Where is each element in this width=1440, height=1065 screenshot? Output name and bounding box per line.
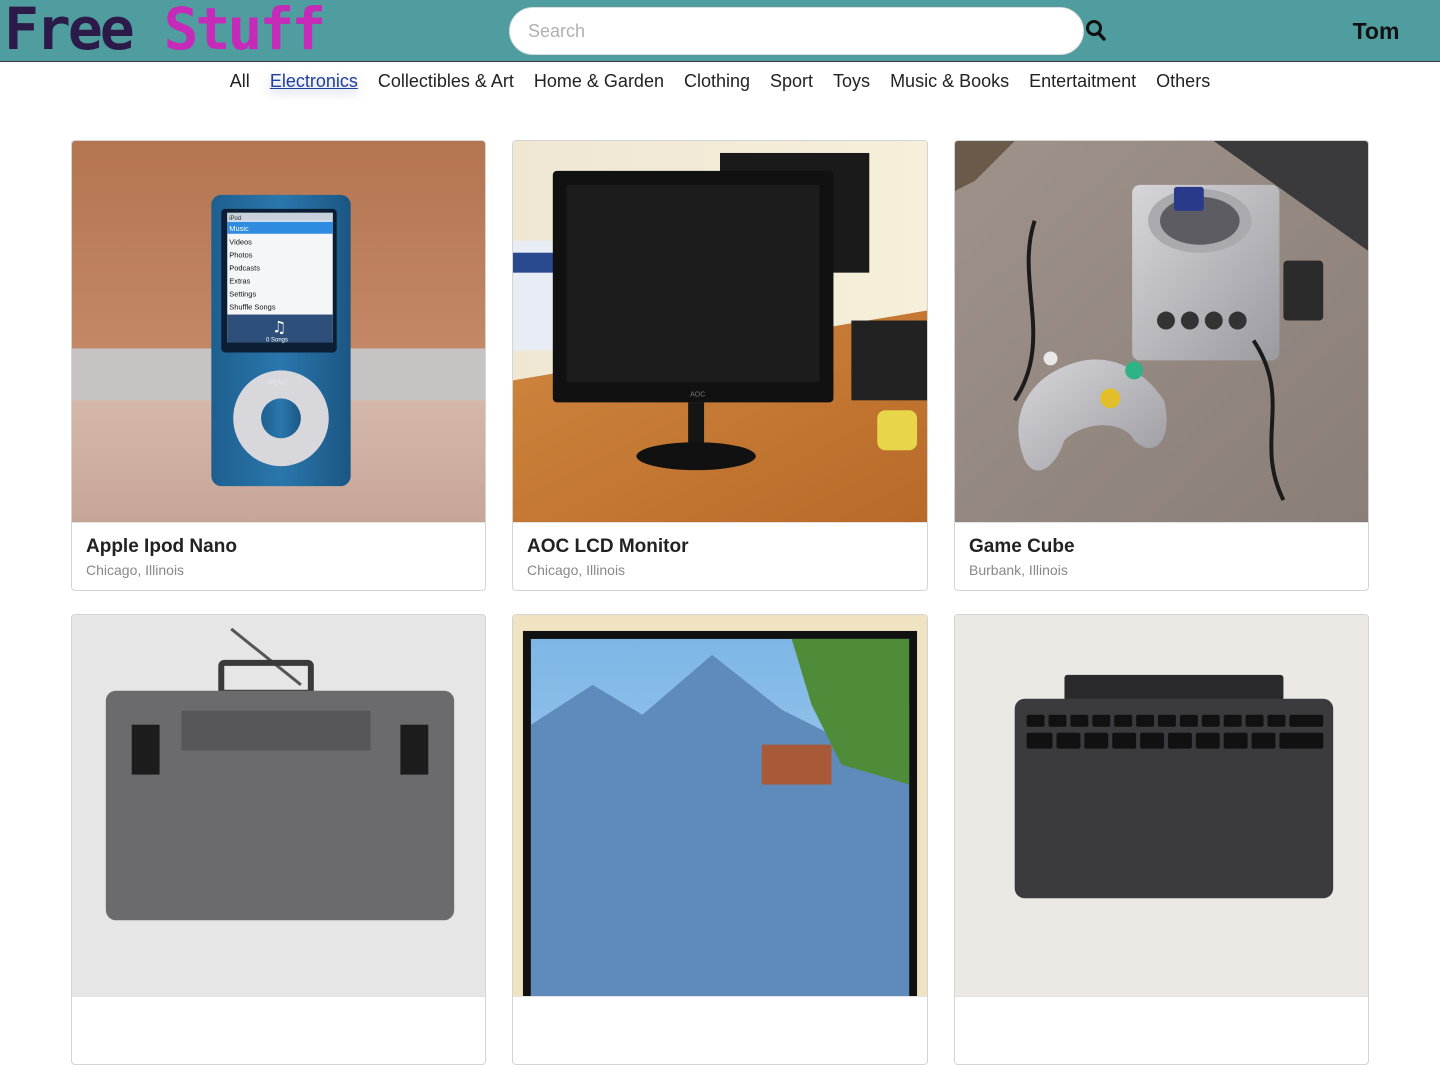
listing-card[interactable]: AOC AOC LCD Monitor Chicago, Illinois [512, 140, 928, 591]
ipod-nano-photo: iPod Music Videos Photos Podcasts Extras… [72, 141, 485, 523]
category-nav: All Electronics Collectibles & Art Home … [0, 63, 1440, 99]
listing-card[interactable]: Game Cube Burbank, Illinois [954, 140, 1369, 591]
tv-landscape-photo [513, 615, 927, 997]
logo-word-free: Free [4, 0, 135, 63]
listing-title: AOC LCD Monitor [527, 536, 689, 557]
search-input[interactable] [509, 7, 1084, 55]
logo-word-stuff: Stuff [163, 0, 327, 63]
free-stuff-logo[interactable]: Free Stuff [4, 0, 326, 64]
ipod-menu-item: Music [229, 224, 249, 233]
category-clothing[interactable]: Clothing [684, 63, 750, 99]
top-header: Free Stuff Tom [0, 0, 1440, 64]
category-others[interactable]: Others [1156, 63, 1210, 99]
listing-location: Chicago, Illinois [527, 562, 626, 578]
category-home-garden[interactable]: Home & Garden [534, 63, 664, 99]
listing-card[interactable] [954, 614, 1369, 1065]
listing-grid: iPod Music Videos Photos Podcasts Extras… [71, 140, 1369, 1065]
ipod-screen-header: iPod [229, 216, 241, 222]
listing-location: Burbank, Illinois [969, 562, 1068, 578]
listing-card[interactable] [512, 614, 928, 1065]
monitor-brand-label: AOC [690, 391, 705, 398]
user-menu[interactable]: Tom [1340, 16, 1412, 46]
ipod-menu-item: Videos [229, 238, 252, 247]
boombox-photo [72, 615, 485, 997]
category-all[interactable]: All [230, 63, 250, 99]
ipod-menu-item: Podcasts [229, 264, 260, 273]
category-sport[interactable]: Sport [770, 63, 813, 99]
listing-card[interactable] [71, 614, 486, 1065]
ipod-songs-count: 0 Songs [266, 337, 288, 343]
ipod-menu-item: Settings [229, 290, 256, 299]
listing-title: Game Cube [969, 536, 1075, 557]
listing-title: Apple Ipod Nano [86, 536, 237, 557]
keyboard-dock-photo [955, 615, 1368, 997]
category-electronics[interactable]: Electronics [270, 63, 358, 99]
category-entertainment[interactable]: Entertaitment [1029, 63, 1136, 99]
listing-card[interactable]: iPod Music Videos Photos Podcasts Extras… [71, 140, 486, 591]
category-music-books[interactable]: Music & Books [890, 63, 1009, 99]
listing-location: Chicago, Illinois [86, 562, 185, 578]
ipod-menu-item: Extras [229, 277, 250, 286]
ipod-menu-item: Shuffle Songs [229, 303, 276, 312]
category-toys[interactable]: Toys [833, 63, 870, 99]
ipod-menu-item: Photos [229, 251, 252, 260]
lcd-monitor-photo: AOC [513, 141, 927, 523]
ipod-wheel-label: MENU [267, 379, 288, 386]
music-note-icon: ♫ [272, 317, 286, 336]
category-collectibles-art[interactable]: Collectibles & Art [378, 63, 514, 99]
gamecube-photo [955, 141, 1368, 523]
search-icon[interactable] [1085, 19, 1107, 43]
